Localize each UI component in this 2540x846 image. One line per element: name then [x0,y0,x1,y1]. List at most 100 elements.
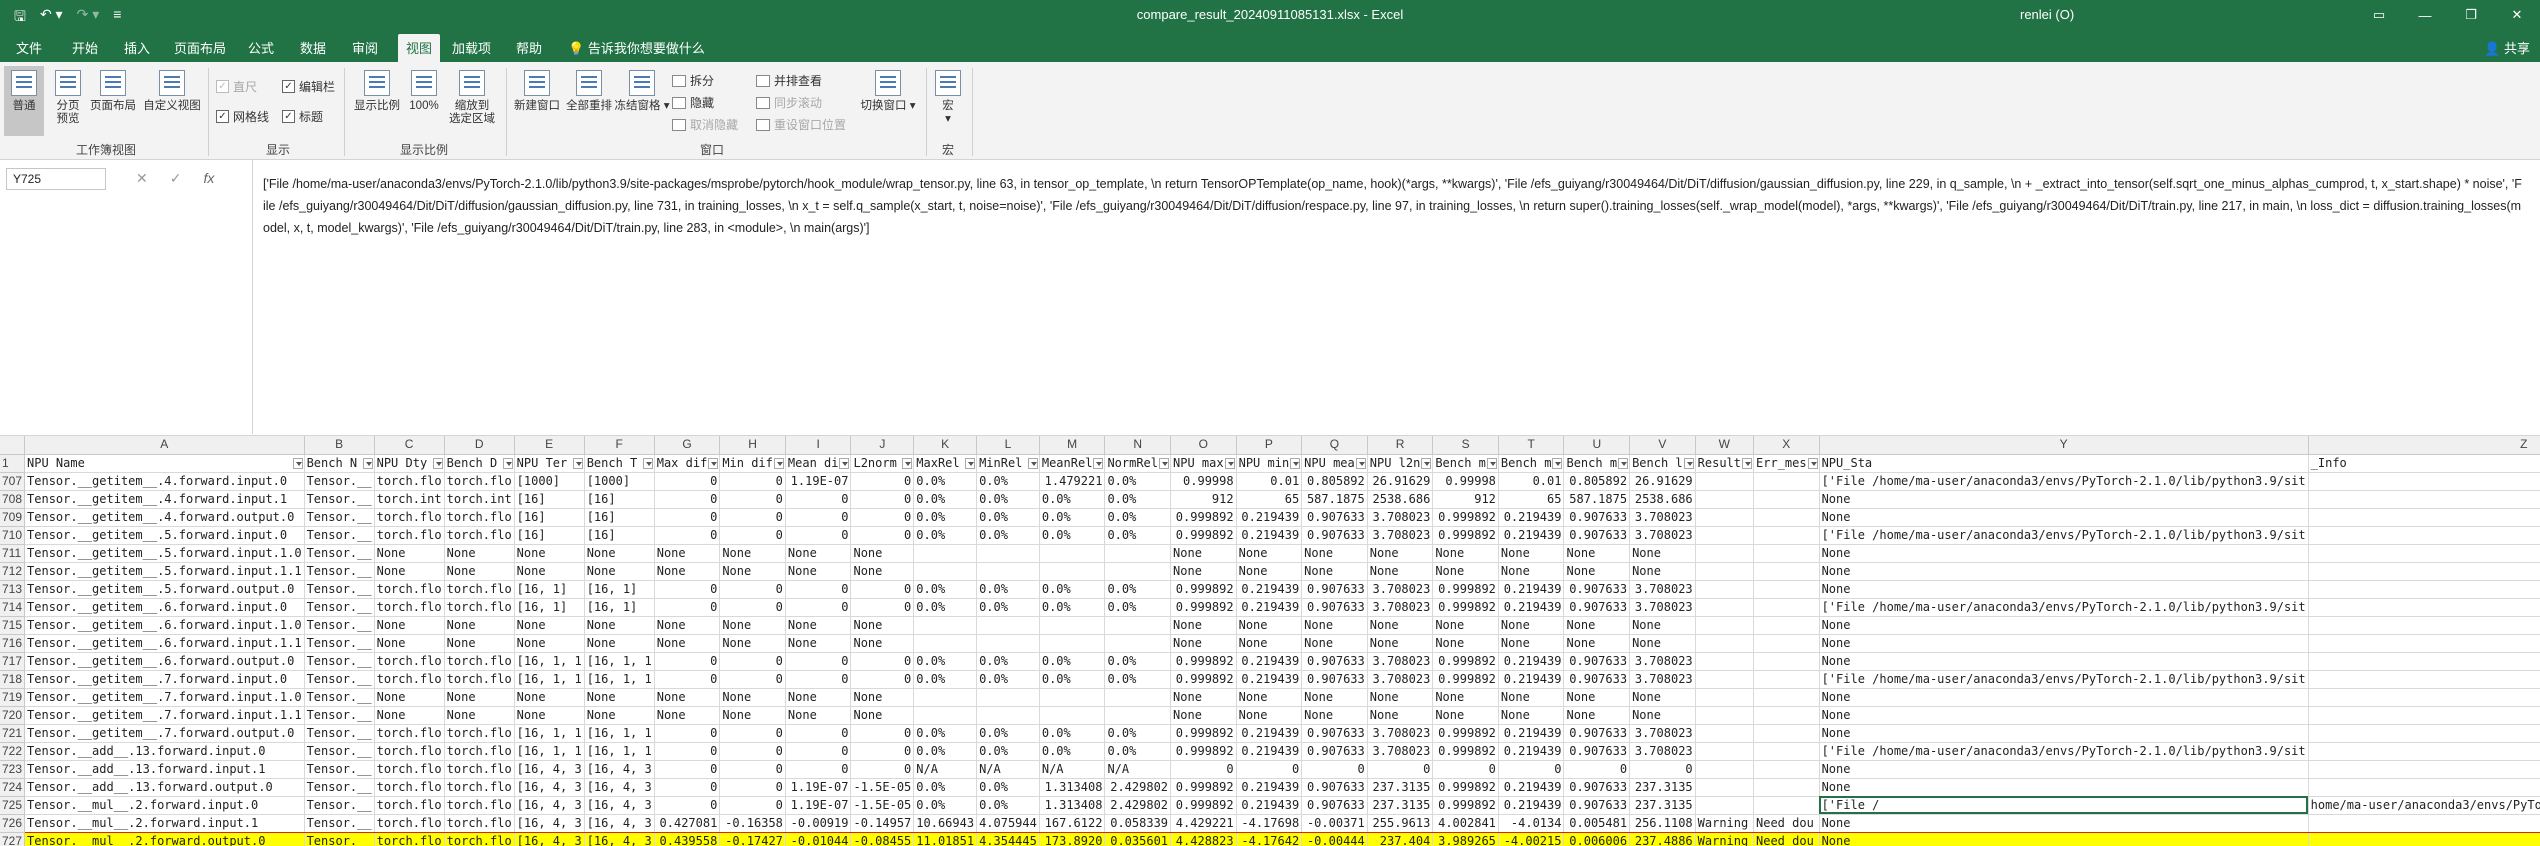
cell[interactable]: None [1170,616,1237,635]
cell[interactable]: None [584,634,655,653]
cell[interactable]: Tensor.__ [304,616,375,635]
cell[interactable]: 0.219439 [1236,508,1303,527]
cell[interactable]: 0.0% [976,472,1040,491]
column-header[interactable]: R [1367,436,1434,455]
cell[interactable]: 0.219439 [1498,724,1565,743]
cell[interactable]: 65 [1236,490,1303,509]
cell[interactable] [2308,813,2540,833]
cell[interactable]: 11.01851 [913,832,978,846]
cell[interactable]: 0 [1367,760,1434,779]
cell[interactable] [1695,598,1755,617]
column-header[interactable]: Z [2308,436,2540,455]
filter-dropdown-icon[interactable] [362,457,373,469]
normal-view-button[interactable]: 普通 [4,66,44,136]
filter-dropdown-icon[interactable] [432,457,443,469]
cell[interactable]: None [1819,562,2309,581]
cell[interactable]: None [1819,778,2309,797]
cell[interactable]: None [1170,562,1237,581]
cell[interactable]: 0.0% [913,526,978,545]
cell[interactable] [1753,742,1820,761]
cell[interactable]: 0 [654,778,721,797]
filter-dropdown-icon[interactable] [1159,457,1170,469]
cell[interactable]: 0 [1236,760,1303,779]
cell[interactable]: 0.999892 [1170,742,1237,761]
cell[interactable]: 0.0% [1104,490,1172,509]
macros-button[interactable]: 宏 ▾ [930,70,966,126]
header-cell[interactable]: MaxRel [913,454,978,473]
cell[interactable]: 0.0% [976,508,1040,527]
cell[interactable]: 0.0% [1039,580,1106,599]
freeze-panes-button[interactable]: 冻结窗格 ▾ [614,70,670,113]
cell[interactable]: -0.01044 [785,832,852,846]
cell[interactable]: 0 [850,490,915,509]
cell[interactable] [1753,490,1820,509]
column-header[interactable]: A [24,436,305,455]
cell[interactable]: 0.0% [913,598,978,617]
cell[interactable]: 0.219439 [1236,526,1303,545]
cell[interactable]: 0 [654,598,721,617]
cell[interactable]: 0.219439 [1236,778,1303,797]
reset-window-position-button[interactable]: 重设窗口位置 [756,116,846,133]
cell[interactable]: Need dou [1753,832,1820,846]
cell[interactable]: 0.907633 [1301,652,1368,671]
cell[interactable]: None [1170,688,1237,707]
cell[interactable]: Tensor.__ [304,598,375,617]
cell[interactable]: torch.flo [374,472,445,491]
cell[interactable]: -0.00371 [1301,813,1368,833]
cell[interactable]: None [1629,634,1696,653]
cell[interactable]: Tensor.__ [304,544,375,563]
cell[interactable]: [16, 4, 3 [514,760,585,779]
cell[interactable]: None [444,562,515,581]
cell[interactable]: None [719,616,786,635]
header-cell[interactable]: NPU l2n [1367,454,1434,473]
cell[interactable]: 0.907633 [1563,742,1631,761]
cell[interactable]: None [374,634,445,653]
cancel-icon[interactable]: ✕ [136,170,148,187]
row-header[interactable]: 723 [0,760,26,779]
tab-addins[interactable]: 加载项 [452,38,491,57]
cell[interactable]: 0 [785,724,852,743]
cell[interactable]: Warning [1695,832,1755,846]
user-name[interactable]: renlei (O) [2020,7,2074,22]
cell[interactable]: torch.flo [374,508,445,527]
cell[interactable]: None [1563,634,1631,653]
cell[interactable]: 0 [850,724,915,743]
cell[interactable]: 0 [719,490,786,509]
cell[interactable] [976,562,1040,581]
cell[interactable]: torch.flo [374,742,445,761]
cell[interactable]: 0.999892 [1170,778,1237,797]
cell[interactable]: [16] [584,490,655,509]
cell[interactable] [1753,778,1820,797]
cell[interactable]: 0.219439 [1236,742,1303,761]
cell[interactable]: torch.flo [444,652,515,671]
cell[interactable] [1753,580,1820,599]
cell[interactable]: torch.flo [374,724,445,743]
cell[interactable] [1753,670,1820,689]
cell[interactable]: 3.708023 [1367,652,1434,671]
worksheet-grid[interactable]: ABCDEFGHIJKLMNOPQRSTUVWXYZAAABACADAEA1NP… [0,436,2540,846]
row-header[interactable]: 721 [0,724,26,743]
cell[interactable] [1104,616,1172,635]
cell[interactable]: 0 [654,724,721,743]
column-header[interactable]: C [374,436,445,455]
cell[interactable]: 0.0% [1039,652,1106,671]
cell[interactable]: [16] [584,526,655,545]
cell[interactable]: 3.708023 [1629,652,1696,671]
cell[interactable]: torch.flo [444,778,515,797]
cell[interactable]: 1.479221 [1039,472,1106,491]
cell[interactable]: None [654,634,721,653]
cell[interactable]: 0 [785,490,852,509]
cell[interactable]: 0.005481 [1563,813,1631,833]
cell[interactable] [1695,652,1755,671]
cell[interactable]: None [850,706,915,725]
cell[interactable]: 0.0% [1104,580,1172,599]
cell[interactable]: None [584,706,655,725]
row-header[interactable]: 716 [0,634,26,653]
header-cell[interactable]: NPU Name [24,454,305,473]
cell[interactable] [1039,634,1106,653]
cell[interactable]: Tensor.__getitem__.6.forward.input.1.1 [24,634,305,653]
cell[interactable]: None [1819,634,2309,653]
cell[interactable] [1753,508,1820,527]
cell[interactable]: 0.999892 [1170,670,1237,689]
cell[interactable]: 0 [654,472,721,491]
